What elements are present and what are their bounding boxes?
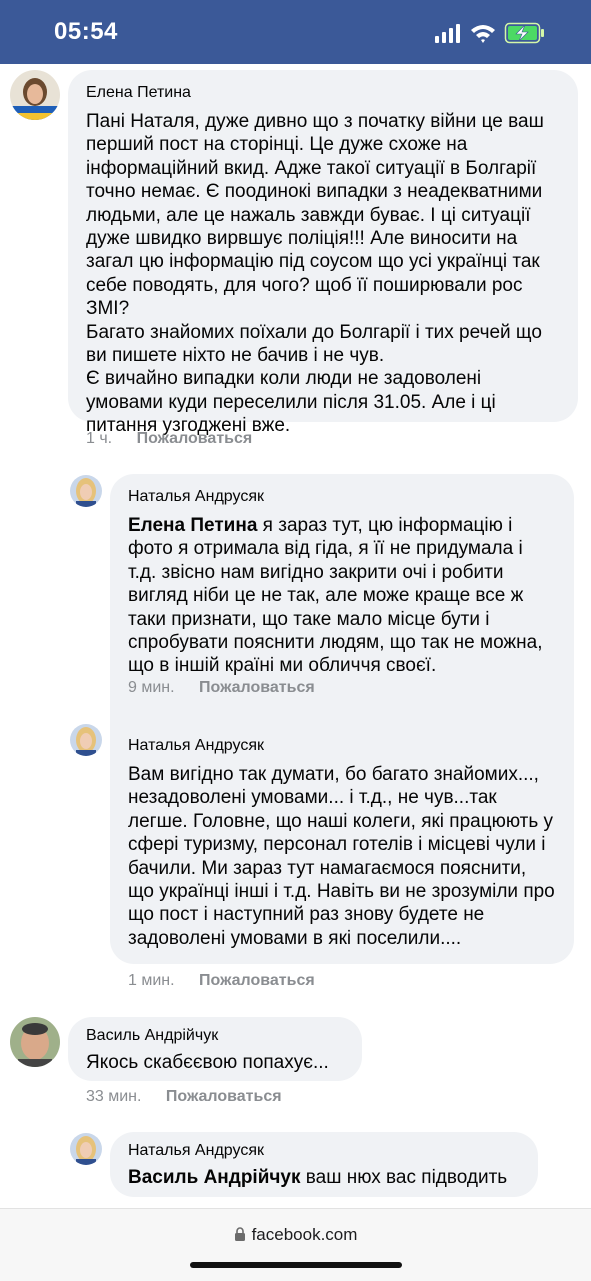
comment-meta: 1 мин. Пожаловаться: [128, 972, 315, 990]
mention-link[interactable]: Елена Петина: [128, 515, 257, 536]
comments-feed[interactable]: Елена Петина Пані Наталя, дуже дивно що …: [0, 64, 591, 1214]
avatar-natalia[interactable]: [70, 724, 102, 756]
status-bar: 05:54: [0, 0, 591, 64]
comment-time[interactable]: 9 мин.: [128, 679, 175, 696]
url-field[interactable]: facebook.com: [0, 1225, 591, 1245]
home-indicator[interactable]: [190, 1262, 402, 1268]
status-icons: [435, 22, 544, 44]
wifi-icon: [471, 25, 495, 43]
comment-text: Елена Петина я зараз тут, цю інформацію …: [128, 514, 556, 678]
comment-author[interactable]: Наталья Андрусяк: [128, 488, 556, 506]
signal-icon: [435, 24, 460, 43]
battery-charging-icon: [504, 22, 544, 44]
comment-text: Вам вигідно так думати, бо багато знайом…: [128, 764, 561, 949]
comment-time[interactable]: 1 ч.: [86, 430, 112, 447]
avatar-natalia[interactable]: [70, 475, 102, 507]
report-link[interactable]: Пожаловаться: [137, 430, 253, 447]
comment-text: Якось скабєєвою попахує...: [86, 1052, 329, 1073]
report-link[interactable]: Пожаловаться: [199, 972, 315, 989]
comment-author[interactable]: Василь Андрійчук: [86, 1027, 344, 1045]
comment-body: ваш нюх вас підводить: [300, 1167, 508, 1188]
avatar-elena[interactable]: [10, 70, 60, 120]
report-link[interactable]: Пожаловаться: [166, 1088, 282, 1105]
comment-bubble: Василь Андрійчук Якось скабєєвою попахує…: [68, 1017, 362, 1081]
browser-address-bar[interactable]: facebook.com: [0, 1208, 591, 1281]
comment-text: Василь Андрійчук ваш нюх вас підводить: [128, 1166, 520, 1189]
lock-icon: [234, 1227, 245, 1241]
status-time: 05:54: [54, 18, 118, 45]
comment-meta: 33 мин. Пожаловаться: [86, 1088, 282, 1106]
comment-meta: 9 мин. Пожаловаться: [128, 679, 315, 697]
avatar-vasyl[interactable]: [10, 1017, 60, 1067]
reply-bubble: Наталья Андрусяк Василь Андрійчук ваш ню…: [110, 1132, 538, 1197]
comment-meta: 1 ч. Пожаловаться: [86, 430, 252, 448]
comment-time[interactable]: 33 мин.: [86, 1088, 141, 1105]
comment-author[interactable]: Елена Петина: [86, 84, 560, 102]
comment-author[interactable]: Наталья Андрусяк: [128, 737, 556, 755]
mention-link[interactable]: Василь Андрійчук: [128, 1167, 301, 1188]
report-link[interactable]: Пожаловаться: [199, 679, 315, 696]
avatar-natalia[interactable]: [70, 1133, 102, 1165]
url-text: facebook.com: [251, 1225, 358, 1244]
comment-text: Пані Наталя, дуже дивно що з початку вій…: [86, 111, 544, 437]
comment-time[interactable]: 1 мин.: [128, 972, 175, 989]
comment-author[interactable]: Наталья Андрусяк: [128, 1142, 520, 1160]
comment-body: я зараз тут, цю інформацію і фото я отри…: [128, 515, 548, 677]
comment-bubble: Елена Петина Пані Наталя, дуже дивно що …: [68, 70, 578, 436]
reply-bubble: Наталья Андрусяк Вам вигідно так думати,…: [110, 723, 574, 964]
